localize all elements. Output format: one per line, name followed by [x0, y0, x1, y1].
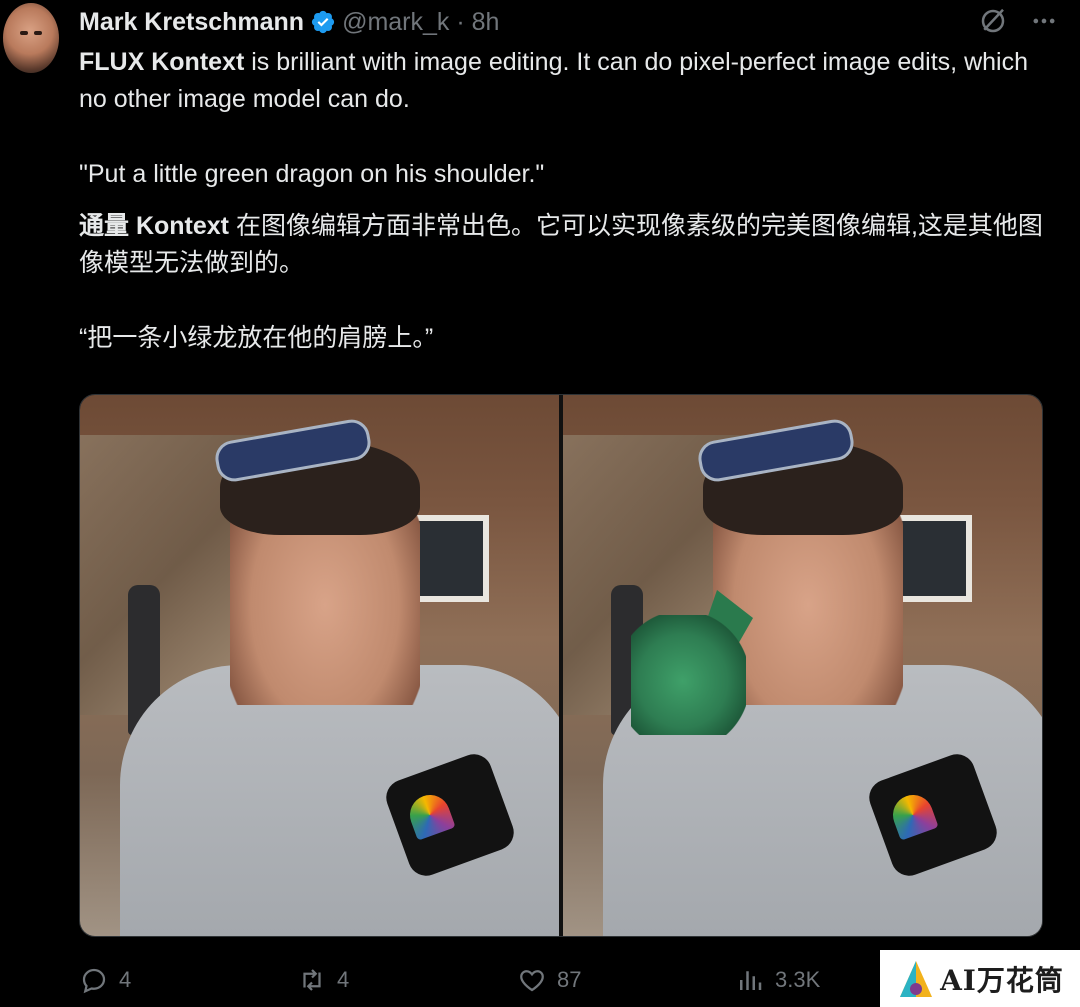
- grok-icon[interactable]: [978, 6, 1008, 36]
- avatar-eye-right: [34, 31, 42, 35]
- tweet-text-english: FLUX Kontext is brilliant with image edi…: [79, 44, 1049, 118]
- retweet-button[interactable]: 4: [297, 965, 349, 995]
- tweet-quote-chinese: “把一条小绿龙放在他的肩膀上。”: [79, 324, 434, 352]
- like-count: 87: [557, 967, 582, 992]
- tweet-bold-zh: 通量 Kontext: [79, 212, 230, 240]
- watermark-logo-icon: [900, 960, 933, 997]
- author-handle-time[interactable]: @mark_k · 8h: [342, 8, 499, 37]
- author-name[interactable]: Mark Kretschmann: [79, 8, 304, 37]
- retweet-icon: [303, 969, 321, 991]
- tweet-media: [79, 394, 1043, 937]
- reply-count: 4: [119, 967, 132, 992]
- retweet-count: 4: [337, 967, 350, 992]
- photo-original[interactable]: [80, 395, 559, 936]
- watermark: AI万花筒: [880, 950, 1080, 1007]
- tweet-header: Mark Kretschmann @mark_k · 8h: [79, 4, 499, 40]
- reply-icon: [82, 968, 106, 994]
- like-button[interactable]: 87: [517, 965, 581, 995]
- tweet-bold-en: FLUX Kontext: [79, 48, 245, 76]
- views-icon: [740, 971, 762, 990]
- verified-badge-icon: [311, 10, 335, 34]
- header-actions: [978, 6, 1058, 36]
- like-icon: [520, 970, 544, 992]
- tweet-quote-english: "Put a little green dragon on his should…: [79, 160, 545, 188]
- tweet-text-chinese: 通量 Kontext 在图像编辑方面非常出色。它可以实现像素级的完美图像编辑,这…: [79, 208, 1049, 282]
- photo-edited[interactable]: [563, 395, 1042, 936]
- view-count: 3.3K: [775, 967, 821, 992]
- avatar[interactable]: [3, 3, 59, 73]
- more-icon[interactable]: [1030, 7, 1058, 35]
- reply-button[interactable]: 4: [79, 965, 131, 995]
- green-dragon: [631, 615, 746, 735]
- views-button[interactable]: 3.3K: [735, 965, 820, 995]
- tweet-actions: 4 4 87 3.3K: [79, 962, 879, 998]
- watermark-text: AI万花筒: [940, 963, 1064, 997]
- avatar-eye-left: [20, 31, 28, 35]
